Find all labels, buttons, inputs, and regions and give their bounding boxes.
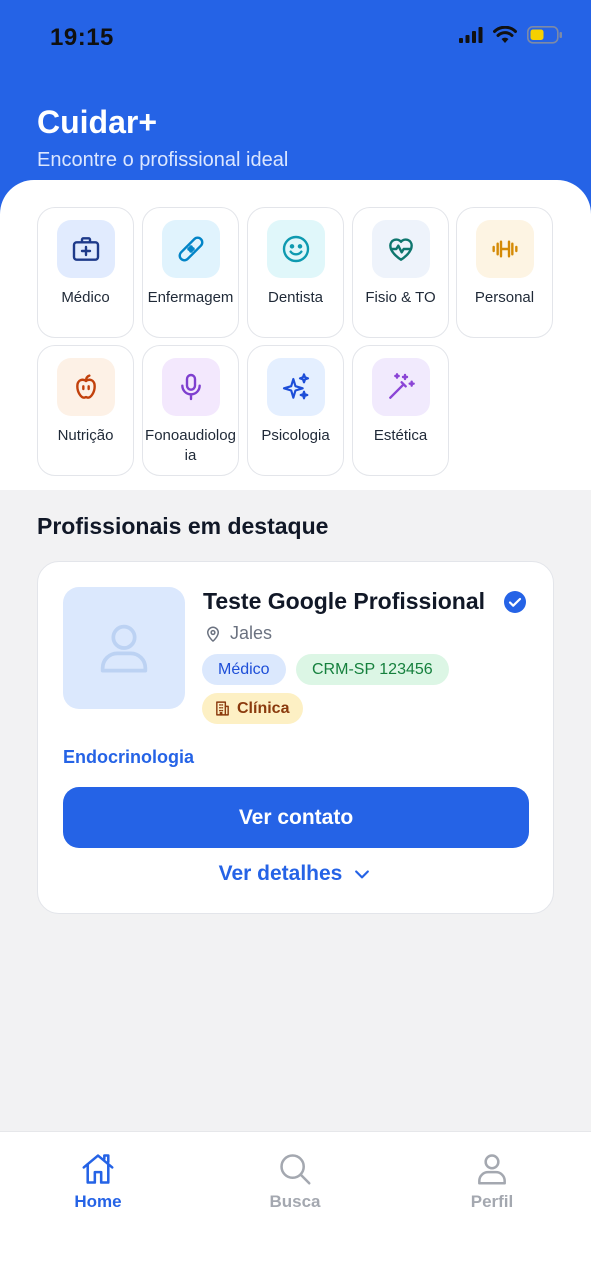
view-details-toggle[interactable]: Ver detalhes bbox=[38, 862, 553, 886]
tag-place-label: Clínica bbox=[237, 699, 290, 717]
status-icons bbox=[459, 26, 563, 44]
location-text: Jales bbox=[230, 623, 273, 643]
verified-badge-icon bbox=[504, 591, 526, 613]
category-estetica[interactable]: Estética bbox=[352, 345, 449, 476]
building-icon bbox=[216, 701, 229, 716]
battery-icon bbox=[527, 26, 562, 44]
heart-pulse-icon bbox=[372, 220, 430, 278]
medical-kit-icon bbox=[57, 220, 115, 278]
tab-search[interactable]: Busca bbox=[240, 1150, 350, 1212]
category-label: Nutrição bbox=[57, 427, 114, 444]
category-label: Médico bbox=[61, 289, 110, 306]
professional-name: Teste Google Profissional bbox=[203, 588, 486, 614]
avatar bbox=[63, 587, 185, 709]
category-personal[interactable]: Personal bbox=[456, 207, 553, 338]
smile-icon bbox=[267, 220, 325, 278]
professional-card[interactable]: Teste Google Profissional Jales Médico C… bbox=[37, 561, 554, 914]
wifi-icon bbox=[493, 26, 517, 43]
category-nutricao[interactable]: Nutrição bbox=[37, 345, 134, 476]
profile-icon bbox=[478, 1154, 506, 1185]
category-label: Estética bbox=[373, 427, 428, 444]
app-subtitle: Encontre o profissional ideal bbox=[37, 149, 289, 171]
search-icon bbox=[280, 1154, 311, 1185]
user-placeholder-icon bbox=[100, 624, 148, 673]
tab-home-label: Home bbox=[74, 1192, 122, 1211]
sparkles-icon bbox=[267, 358, 325, 416]
tab-profile-label: Perfil bbox=[470, 1192, 514, 1211]
category-dentista[interactable]: Dentista bbox=[247, 207, 344, 338]
category-label: Dentista bbox=[267, 289, 324, 306]
view-details-label: Ver detalhes bbox=[218, 862, 343, 885]
apple-icon bbox=[57, 358, 115, 416]
magic-wand-icon bbox=[372, 358, 430, 416]
tab-profile[interactable]: Perfil bbox=[437, 1150, 547, 1212]
location-pin-icon bbox=[207, 626, 219, 642]
category-label: Fisio & TO bbox=[365, 289, 436, 306]
tag-type: Médico bbox=[202, 654, 286, 685]
category-label: Fonoaudiologia bbox=[145, 427, 236, 464]
category-label: Psicologia bbox=[261, 427, 330, 444]
tag-registry: CRM-SP 123456 bbox=[296, 654, 449, 685]
app-title: Cuidar+ bbox=[37, 104, 158, 140]
tab-home[interactable]: Home bbox=[43, 1150, 153, 1212]
section-title: Profissionais em destaque bbox=[37, 513, 329, 539]
bandage-icon bbox=[162, 220, 220, 278]
bottom-tab-bar: Home Busca Perfil bbox=[0, 1131, 591, 1280]
tag-place: Clínica bbox=[202, 693, 304, 724]
category-enfermagem[interactable]: Enfermagem bbox=[142, 207, 239, 338]
cellular-signal-icon bbox=[459, 27, 483, 43]
category-medico[interactable]: Médico bbox=[37, 207, 134, 338]
status-time: 19:15 bbox=[50, 24, 114, 51]
category-label: Personal bbox=[474, 289, 535, 306]
specialty: Endocrinologia bbox=[63, 747, 195, 767]
chevron-down-icon bbox=[355, 870, 370, 879]
location: Jales bbox=[204, 623, 272, 644]
dumbbell-icon bbox=[476, 220, 534, 278]
category-fisio-to[interactable]: Fisio & TO bbox=[352, 207, 449, 338]
home-icon bbox=[82, 1154, 114, 1184]
category-psicologia[interactable]: Psicologia bbox=[247, 345, 344, 476]
category-label: Enfermagem bbox=[147, 289, 234, 306]
category-fonoaudiologia[interactable]: Fonoaudiologia bbox=[142, 345, 239, 476]
tab-search-label: Busca bbox=[269, 1192, 321, 1211]
categories-panel: Médico Enfermagem Dentista Fisio & TO Pe… bbox=[0, 180, 591, 490]
microphone-icon bbox=[162, 358, 220, 416]
view-contact-button[interactable]: Ver contato bbox=[63, 787, 529, 848]
